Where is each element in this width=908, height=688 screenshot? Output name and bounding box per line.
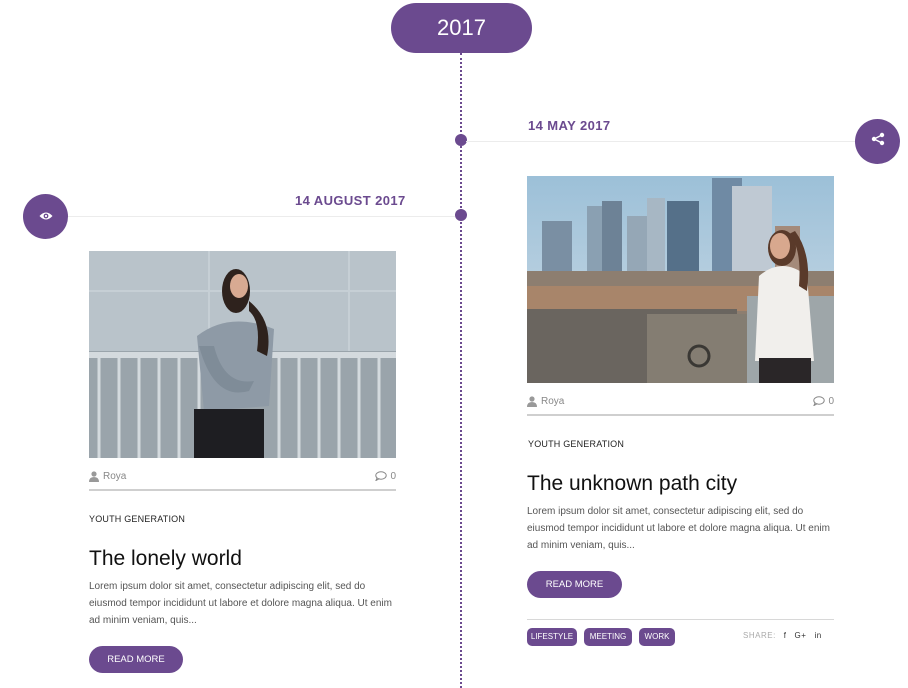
user-icon bbox=[527, 395, 537, 407]
meta-divider bbox=[89, 489, 396, 491]
comment-icon bbox=[375, 471, 388, 481]
tag-meeting[interactable]: MEETING bbox=[584, 628, 632, 646]
post-category[interactable]: YOUTH GENERATION bbox=[528, 439, 624, 449]
linkedin-icon[interactable]: in bbox=[814, 631, 821, 640]
date-divider bbox=[45, 216, 455, 217]
post-meta: Roya 0 bbox=[89, 466, 396, 486]
timeline-dot bbox=[455, 209, 467, 221]
post-image[interactable] bbox=[527, 176, 834, 383]
post-title[interactable]: The lonely world bbox=[89, 547, 242, 571]
post-footer-divider bbox=[527, 619, 834, 620]
eye-icon bbox=[39, 208, 53, 226]
post-excerpt: Lorem ipsum dolor sit amet, consectetur … bbox=[89, 581, 392, 626]
share-label: SHARE: bbox=[743, 631, 776, 640]
view-button[interactable] bbox=[23, 194, 68, 239]
year-marker: 2017 bbox=[391, 3, 532, 53]
post-date: 14 MAY 2017 bbox=[528, 118, 611, 133]
comments-count[interactable]: 0 bbox=[375, 471, 396, 482]
read-more-button[interactable]: READ MORE bbox=[89, 646, 183, 673]
author-name: Roya bbox=[103, 470, 127, 482]
post-date: 14 AUGUST 2017 bbox=[295, 193, 406, 208]
author[interactable]: Roya bbox=[527, 396, 564, 407]
date-divider bbox=[466, 141, 866, 142]
comment-icon bbox=[813, 396, 826, 406]
post-image[interactable] bbox=[89, 251, 396, 458]
share-icon bbox=[871, 132, 885, 151]
timeline-dot bbox=[455, 134, 467, 146]
author-name: Roya bbox=[541, 395, 565, 407]
user-icon bbox=[89, 470, 99, 482]
share-button[interactable] bbox=[855, 119, 900, 164]
read-more-button[interactable]: READ MORE bbox=[527, 571, 622, 598]
post-meta: Roya 0 bbox=[527, 391, 834, 411]
share-links: SHARE: f G+ in bbox=[743, 631, 822, 640]
post-excerpt: Lorem ipsum dolor sit amet, consectetur … bbox=[527, 506, 830, 551]
post-category[interactable]: YOUTH GENERATION bbox=[89, 514, 185, 524]
google-plus-icon[interactable]: G+ bbox=[795, 631, 807, 640]
post-title[interactable]: The unknown path city bbox=[527, 472, 737, 496]
meta-divider bbox=[527, 414, 834, 416]
tag-work[interactable]: WORK bbox=[639, 628, 675, 646]
timeline-line bbox=[460, 53, 462, 688]
facebook-icon[interactable]: f bbox=[784, 631, 787, 640]
comments-count[interactable]: 0 bbox=[813, 396, 834, 407]
author[interactable]: Roya bbox=[89, 471, 126, 482]
comments-number: 0 bbox=[828, 395, 834, 407]
tag-lifestyle[interactable]: LIFESTYLE bbox=[527, 628, 577, 646]
comments-number: 0 bbox=[390, 470, 396, 482]
